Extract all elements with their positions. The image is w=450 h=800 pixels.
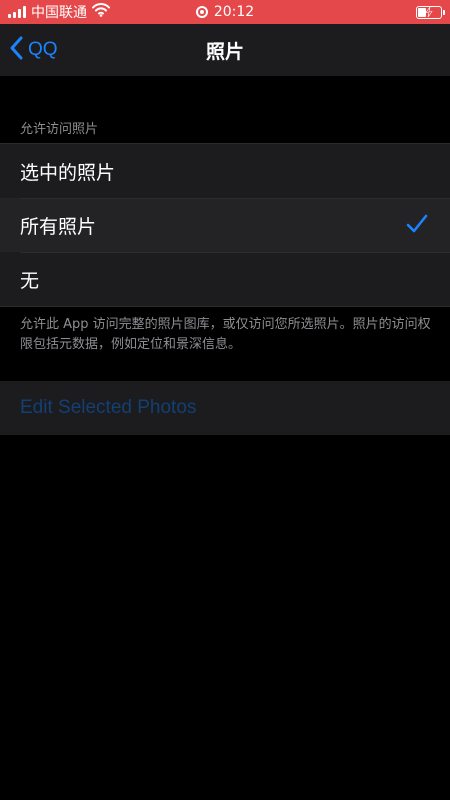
option-label: 所有照片 [20,215,97,238]
screen-record-icon [195,6,208,18]
edit-selected-photos-button[interactable]: Edit Selected Photos [0,381,450,435]
navigation-bar: 照片 QQ [0,24,450,76]
option-label: 选中的照片 [20,161,116,184]
option-selected-photos[interactable]: 选中的照片 [0,144,450,198]
checkmark-icon [406,214,428,239]
photo-access-options: 选中的照片 所有照片 无 [0,143,450,307]
back-button[interactable]: QQ [10,24,58,76]
option-all-photos[interactable]: 所有照片 [0,198,450,252]
footer-note: 允许此 App 访问完整的照片图库，或仅访问您所选照片。照片的访问权限包括元数据… [20,317,431,352]
chevron-left-icon [10,36,24,64]
edit-selected-photos-label: Edit Selected Photos [20,397,197,418]
page-title: 照片 [205,40,244,63]
status-bar-right [416,0,445,24]
status-bar: 中国联通 20:12 [0,0,450,24]
option-label: 无 [20,269,40,292]
option-none[interactable]: 无 [0,252,450,306]
back-button-label: QQ [28,39,58,60]
status-time: 20:12 [213,4,255,20]
section-header: 允许访问照片 [20,122,99,137]
status-bar-center: 20:12 [0,0,450,24]
photo-permission-screen: 中国联通 20:12 照片 QQ 允许访问照片 选中的照片 所有照片 无 允许此… [0,0,450,800]
battery-charging-icon [416,5,445,19]
